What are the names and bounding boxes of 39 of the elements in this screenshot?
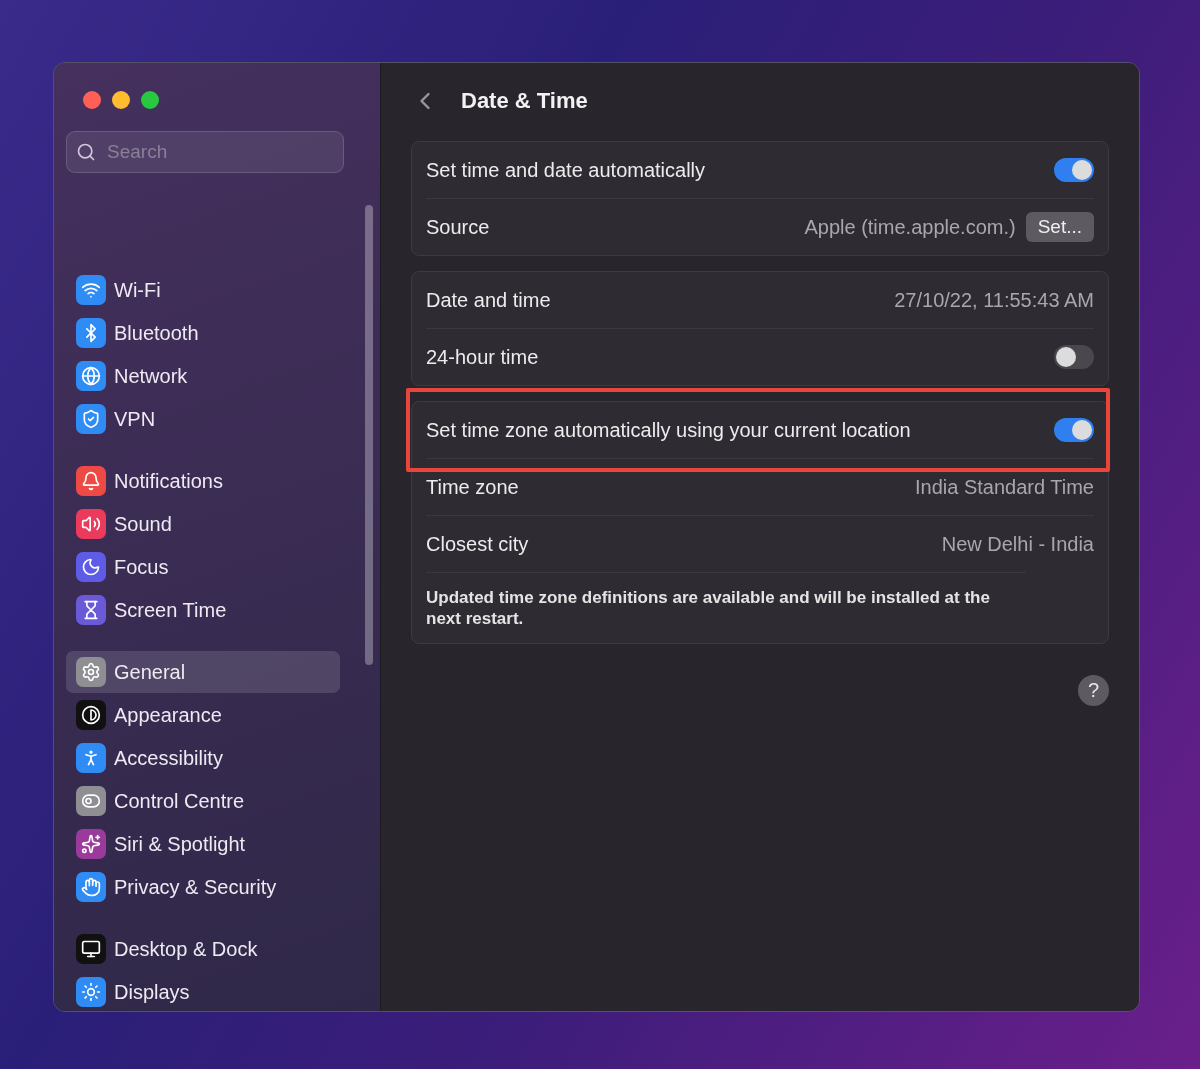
search-icon: [76, 142, 96, 162]
help-button[interactable]: ?: [1078, 675, 1109, 706]
setting-label: 24-hour time: [426, 345, 539, 369]
sidebar-item[interactable]: Sound: [66, 503, 340, 545]
sidebar-item[interactable]: Bluetooth: [66, 312, 340, 354]
setting-value: New Delhi - India: [941, 532, 1094, 556]
sidebar-item[interactable]: Displays: [66, 971, 340, 1011]
sidebar-item[interactable]: Focus: [66, 546, 340, 588]
setting-value: 27/10/22, 11:55:43 AM: [894, 288, 1094, 312]
sidebar-item[interactable]: Screen Time: [66, 589, 340, 631]
setting-label: Closest city: [426, 532, 529, 556]
window-title: Date & Time: [461, 88, 588, 114]
setting-label: Date and time: [426, 288, 551, 312]
sidebar-item[interactable]: Wi-Fi: [66, 269, 340, 311]
setting-value: India Standard Time: [915, 475, 1094, 499]
sidebar-item[interactable]: Appearance: [66, 694, 340, 736]
info-note: Updated time zone definitions are available and will be installed at the next restart.: [426, 572, 1026, 643]
zoom-button[interactable]: [141, 91, 159, 109]
sidebar-item[interactable]: Privacy & Security: [66, 866, 340, 908]
toggle-switch[interactable]: [1054, 345, 1094, 369]
sidebar-item[interactable]: Accessibility: [66, 737, 340, 779]
setting-label: Set time and date automatically: [426, 158, 706, 182]
sidebar-item[interactable]: Control Centre: [66, 780, 340, 822]
setting-label: Time zone: [426, 475, 519, 499]
sidebar-item[interactable]: VPN: [66, 398, 340, 440]
scrollbar[interactable]: [365, 205, 373, 665]
minimize-button[interactable]: [112, 91, 130, 109]
setting-value: Apple (time.apple.com.): [804, 215, 1016, 239]
setting-label: Source: [426, 215, 490, 239]
setting-label: Set time zone automatically using your current location: [426, 418, 911, 442]
toggle-switch[interactable]: [1054, 158, 1094, 182]
sidebar-item[interactable]: Network: [66, 355, 340, 397]
toggle-switch[interactable]: [1054, 418, 1094, 442]
sidebar-item[interactable]: Desktop & Dock: [66, 928, 340, 970]
set-button[interactable]: Set...: [1025, 212, 1094, 242]
sidebar-item[interactable]: Notifications: [66, 460, 340, 502]
close-button[interactable]: [83, 91, 101, 109]
sidebar-item[interactable]: Siri & Spotlight: [66, 823, 340, 865]
sidebar-item[interactable]: General: [66, 651, 340, 693]
